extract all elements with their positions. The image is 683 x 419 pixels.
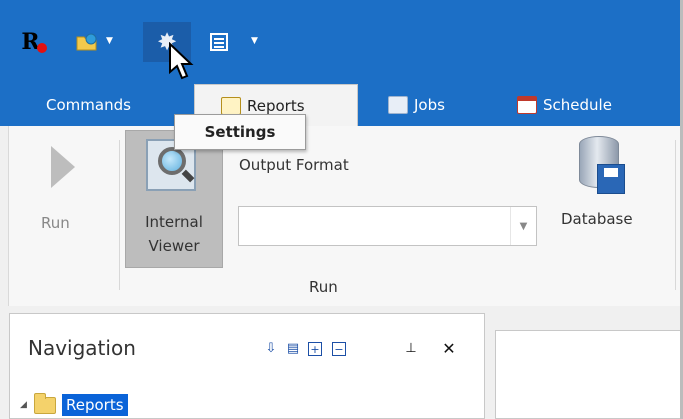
tab-label: Jobs: [414, 96, 445, 114]
ribbon-separator: [119, 140, 120, 290]
tab-jobs[interactable]: Jobs: [388, 84, 445, 126]
record-dot-icon: [36, 43, 47, 53]
sort-down-icon[interactable]: ⇩: [264, 342, 278, 356]
navigation-panel: Navigation ⇩ ▤ + − ⊥ ✕ ◢ Reports: [9, 313, 485, 419]
app-logo-letter: R: [21, 29, 40, 55]
ribbon-group-label: Run: [309, 278, 338, 296]
tab-commands[interactable]: Commands: [46, 84, 131, 126]
jobs-icon: [388, 96, 408, 114]
reports-icon: [221, 96, 241, 115]
collapse-all-icon[interactable]: −: [332, 342, 346, 356]
database-button-label[interactable]: Database: [561, 210, 633, 228]
expand-all-icon[interactable]: +: [308, 342, 322, 356]
tab-schedule[interactable]: Schedule: [517, 84, 612, 126]
output-format-label: Output Format: [239, 156, 349, 174]
internal-viewer-button[interactable]: Internal Viewer: [125, 130, 223, 268]
tab-label: Reports: [247, 96, 305, 115]
output-format-combo[interactable]: ▼: [238, 206, 537, 246]
close-icon[interactable]: ✕: [442, 341, 456, 357]
ribbon-separator: [675, 140, 676, 290]
content-pane: [495, 330, 683, 419]
magnifier-icon: [158, 147, 186, 175]
tree-item-reports[interactable]: ◢ Reports: [20, 390, 128, 419]
tree-item-label: Reports: [62, 394, 128, 416]
chevron-down-icon[interactable]: ▼: [510, 207, 536, 245]
folder-icon: [34, 392, 56, 414]
tree-expander-icon[interactable]: ◢: [20, 400, 34, 410]
internal-viewer-label-2: Viewer: [148, 237, 200, 255]
ribbon-tab-bar: Commands Reports Jobs Schedule: [0, 74, 683, 126]
app-logo-icon[interactable]: R: [14, 22, 54, 62]
tab-label: Schedule: [543, 96, 612, 114]
ribbon-panel: Run Internal Viewer Output Format ▼ Data…: [8, 126, 683, 306]
calendar-icon: [517, 96, 537, 114]
quick-access-toolbar: R ▼ ✸ ▼: [0, 0, 683, 74]
run-icon: [51, 146, 75, 188]
save-floppy-icon: [597, 164, 625, 194]
layout-dropdown-icon[interactable]: ▼: [251, 36, 258, 46]
run-button-label[interactable]: Run: [41, 214, 70, 232]
settings-tooltip: Settings: [174, 114, 306, 150]
navigation-title: Navigation: [28, 336, 136, 360]
open-file-icon[interactable]: [72, 22, 102, 62]
save-icon[interactable]: ▤: [286, 342, 300, 356]
tab-label: Commands: [46, 96, 131, 114]
layout-icon[interactable]: [204, 22, 234, 62]
pin-icon[interactable]: ⊥: [404, 342, 418, 356]
open-dropdown-icon[interactable]: ▼: [106, 36, 113, 46]
internal-viewer-label-1: Internal: [145, 213, 203, 231]
database-icon[interactable]: [573, 132, 633, 202]
mouse-cursor-icon: [169, 42, 194, 80]
